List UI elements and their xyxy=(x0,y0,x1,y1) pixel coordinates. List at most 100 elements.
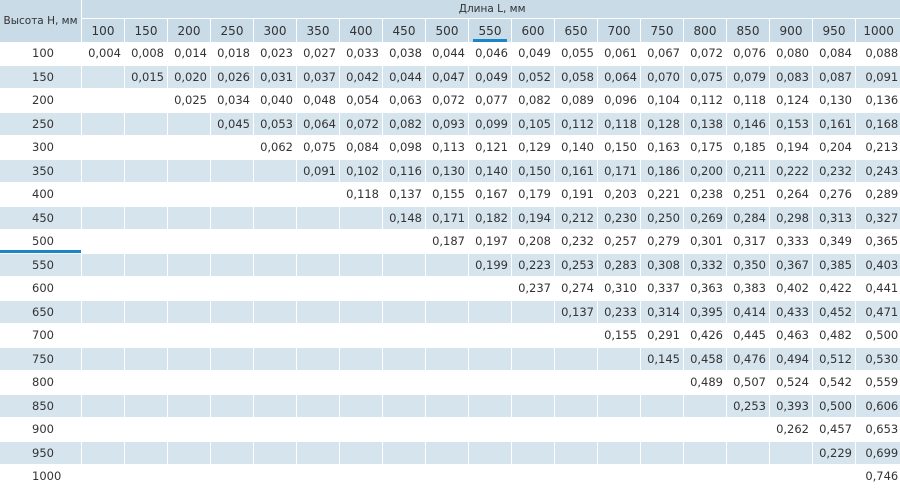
table-cell xyxy=(254,230,297,254)
table-cell xyxy=(125,183,168,207)
table-cell: 0,542 xyxy=(813,371,856,395)
length-col-header: 250 xyxy=(211,18,254,42)
table-cell: 0,422 xyxy=(813,277,856,301)
table-cell xyxy=(813,465,856,489)
table-cell: 0,148 xyxy=(383,206,426,230)
table-cell: 0,179 xyxy=(512,183,555,207)
table-cell: 0,049 xyxy=(469,65,512,89)
table-cell: 0,046 xyxy=(469,42,512,66)
table-cell: 0,130 xyxy=(813,89,856,113)
table-cell: 0,264 xyxy=(770,183,813,207)
table-cell xyxy=(512,394,555,418)
table-cell: 0,237 xyxy=(512,277,555,301)
table-cell: 0,200 xyxy=(684,159,727,183)
table-row: 750 0,145 0,458 0,476 0,494 0,512 0,530 xyxy=(0,347,900,371)
table-cell: 0,137 xyxy=(383,183,426,207)
table-cell: 0,197 xyxy=(469,230,512,254)
length-col-header: 900 xyxy=(770,18,813,42)
table-row: 1000 0,746 xyxy=(0,465,900,489)
table-cell xyxy=(168,465,211,489)
height-row-header: 950 xyxy=(0,441,82,465)
table-row: 650 0,137 0,233 0,314 0,395 0,414 0,433 0,452 0,… xyxy=(0,300,900,324)
height-row-header: 500 xyxy=(0,230,82,254)
table-cell xyxy=(297,324,340,348)
table-cell: 0,250 xyxy=(641,206,684,230)
table-cell: 0,283 xyxy=(598,253,641,277)
table-cell: 0,363 xyxy=(684,277,727,301)
table-cell xyxy=(469,347,512,371)
table-cell: 0,191 xyxy=(555,183,598,207)
table-cell xyxy=(426,277,469,301)
table-cell xyxy=(684,441,727,465)
table-cell xyxy=(297,418,340,442)
table-cell: 0,121 xyxy=(469,136,512,160)
table-cell: 0,082 xyxy=(512,89,555,113)
length-col-header: 800 xyxy=(684,18,727,42)
table-cell xyxy=(254,441,297,465)
table-cell: 0,049 xyxy=(512,42,555,66)
table-cell xyxy=(469,324,512,348)
table-cell xyxy=(125,441,168,465)
table-cell: 0,063 xyxy=(383,89,426,113)
table-cell: 0,313 xyxy=(813,206,856,230)
table-cell xyxy=(383,418,426,442)
table-cell xyxy=(641,465,684,489)
table-cell: 0,222 xyxy=(770,159,813,183)
table-cell: 0,020 xyxy=(168,65,211,89)
table-cell: 0,025 xyxy=(168,89,211,113)
table-cell: 0,077 xyxy=(469,89,512,113)
table-cell xyxy=(340,230,383,254)
header-row-top: Высота H, мм Длина L, мм xyxy=(0,0,900,42)
table-cell: 0,161 xyxy=(813,112,856,136)
table-cell xyxy=(211,206,254,230)
table-cell: 0,104 xyxy=(641,89,684,113)
table-cell xyxy=(641,394,684,418)
table-cell xyxy=(426,324,469,348)
table-cell: 0,129 xyxy=(512,136,555,160)
table-cell xyxy=(125,277,168,301)
table-row: 100 0,004 0,008 0,014 0,018 0,023 0,027 0,033 0,… xyxy=(0,42,900,66)
table-cell: 0,212 xyxy=(555,206,598,230)
table-cell xyxy=(383,230,426,254)
table-cell xyxy=(383,371,426,395)
table-cell: 0,337 xyxy=(641,277,684,301)
table-cell: 0,138 xyxy=(684,112,727,136)
table-cell xyxy=(340,347,383,371)
table-cell: 0,385 xyxy=(813,253,856,277)
table-cell xyxy=(727,441,770,465)
table-cell xyxy=(211,441,254,465)
height-row-header: 1000 xyxy=(0,465,82,489)
table-cell: 0,161 xyxy=(555,159,598,183)
table-cell xyxy=(125,418,168,442)
height-row-header: 100 xyxy=(0,42,82,66)
table-cell: 0,213 xyxy=(856,136,900,160)
table-cell xyxy=(598,371,641,395)
table-cell xyxy=(168,277,211,301)
table-cell xyxy=(641,441,684,465)
table-row: 550 0,199 0,223 0,253 0,283 0,308 0,332 0,350 0,… xyxy=(0,253,900,277)
table-cell: 0,229 xyxy=(813,441,856,465)
table-cell xyxy=(426,253,469,277)
table-cell: 0,433 xyxy=(770,300,813,324)
table-cell xyxy=(168,253,211,277)
table-row: 400 0,118 0,137 0,155 0,167 0,179 0,191 0,203 0,… xyxy=(0,183,900,207)
table-cell xyxy=(383,394,426,418)
table-row: 850 0,253 0,393 0,500 0,606 xyxy=(0,394,900,418)
table-cell: 0,079 xyxy=(727,65,770,89)
table-cell: 0,476 xyxy=(727,347,770,371)
table-cell xyxy=(168,347,211,371)
table-cell xyxy=(555,347,598,371)
table-cell xyxy=(340,441,383,465)
table-body: 100 0,004 0,008 0,014 0,018 0,023 0,027 0,033 0,… xyxy=(0,42,900,489)
table-cell xyxy=(125,300,168,324)
length-col-header: 950 xyxy=(813,18,856,42)
table-cell: 0,243 xyxy=(856,159,900,183)
table-cell xyxy=(383,253,426,277)
table-cell: 0,186 xyxy=(641,159,684,183)
table-cell xyxy=(168,230,211,254)
table-cell xyxy=(340,206,383,230)
table-cell xyxy=(426,300,469,324)
height-row-header: 800 xyxy=(0,371,82,395)
table-cell: 0,067 xyxy=(641,42,684,66)
table-cell: 0,233 xyxy=(598,300,641,324)
